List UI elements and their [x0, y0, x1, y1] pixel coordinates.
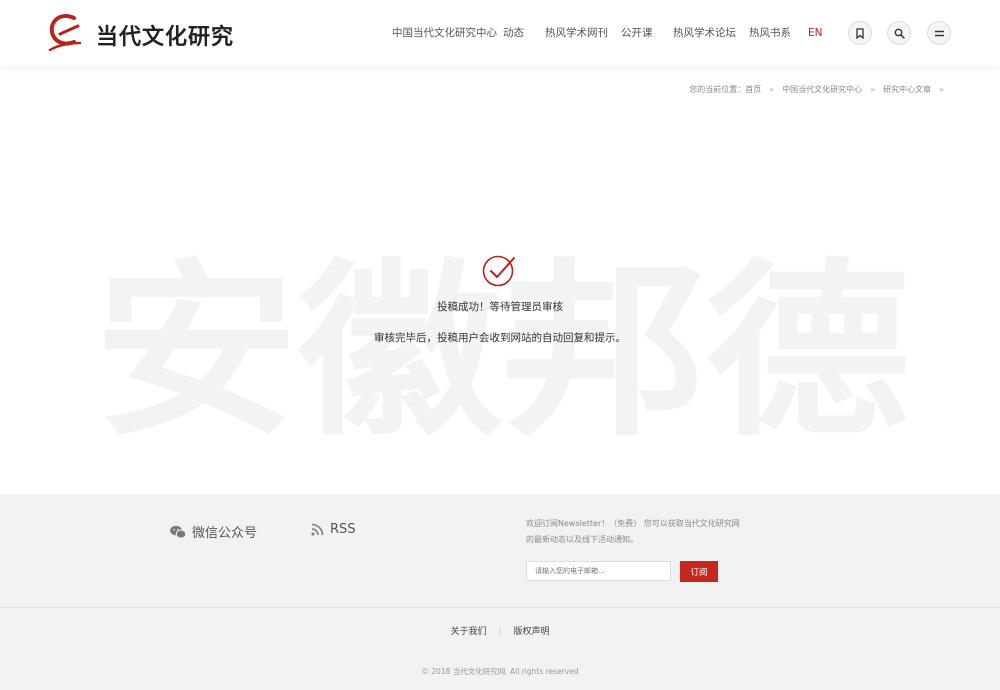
- breadcrumb-home[interactable]: 首页: [745, 85, 761, 94]
- subscribe-button[interactable]: 订阅: [680, 561, 718, 582]
- main-nav: 中国当代文化研究中心 动态 热风学术网刊 公开课 热风学术论坛 热风书系 EN: [0, 0, 1000, 66]
- bookmark-icon: [856, 27, 864, 39]
- nav-item-news[interactable]: 动态: [503, 25, 524, 41]
- copyright-text: © 2018 当代文化研究网. All rights reserved: [421, 667, 579, 676]
- success-detail: 审核完毕后，投稿用户会收到网站的自动回复和提示。: [374, 332, 626, 344]
- success-title: 投稿成功！等待管理员审核: [437, 301, 563, 313]
- link-separator: |: [498, 627, 502, 637]
- breadcrumb-articles[interactable]: 研究中心文章: [883, 85, 931, 94]
- site-footer: 微信公众号 RSS 欢迎订阅Newsletter！（免费） 您可以获取当代文化研…: [0, 494, 1000, 690]
- breadcrumb-separator: »: [870, 85, 876, 94]
- wechat-label: 微信公众号: [192, 526, 258, 541]
- email-input[interactable]: [526, 561, 671, 581]
- footer-links: 关于我们 | 版权声明: [0, 624, 1000, 637]
- nav-item-open-course[interactable]: 公开课: [621, 25, 653, 41]
- footer-divider: [0, 607, 1000, 608]
- bookmark-button[interactable]: [848, 21, 872, 45]
- wechat-link[interactable]: 微信公众号: [170, 522, 257, 541]
- breadcrumb-separator: »: [939, 85, 944, 94]
- wechat-icon: [170, 525, 186, 538]
- rss-link[interactable]: RSS: [311, 522, 356, 537]
- menu-button[interactable]: [927, 21, 951, 45]
- rss-icon: [311, 523, 324, 536]
- breadcrumb-research-center[interactable]: 中国当代文化研究中心: [782, 85, 862, 94]
- search-button[interactable]: [887, 21, 911, 45]
- breadcrumb-prefix: 您的当前位置：: [689, 85, 746, 94]
- nav-item-book-series[interactable]: 热风书系: [749, 25, 791, 41]
- menu-icon: [934, 30, 944, 36]
- nav-item-forum[interactable]: 热风学术论坛: [673, 25, 736, 41]
- about-us-link[interactable]: 关于我们: [450, 627, 486, 637]
- newsletter-description: 欢迎订阅Newsletter！（免费） 您可以获取当代文化研究网的最新动态以及线…: [526, 519, 740, 544]
- copyright-statement-link[interactable]: 版权声明: [514, 627, 550, 637]
- site-header: 当代文化研究 中国当代文化研究中心 动态 热风学术网刊 公开课 热风学术论坛 热…: [0, 0, 1000, 66]
- nav-item-research-center[interactable]: 中国当代文化研究中心: [392, 25, 497, 41]
- nav-item-english[interactable]: EN: [808, 25, 823, 41]
- search-icon: [894, 28, 905, 39]
- success-check-icon: [482, 255, 515, 287]
- breadcrumb-separator: »: [769, 85, 775, 94]
- nav-item-journal[interactable]: 热风学术网刊: [545, 25, 608, 41]
- breadcrumb: 您的当前位置：首页 » 中国当代文化研究中心 » 研究中心文章 »: [689, 84, 952, 95]
- rss-label: RSS: [330, 522, 356, 537]
